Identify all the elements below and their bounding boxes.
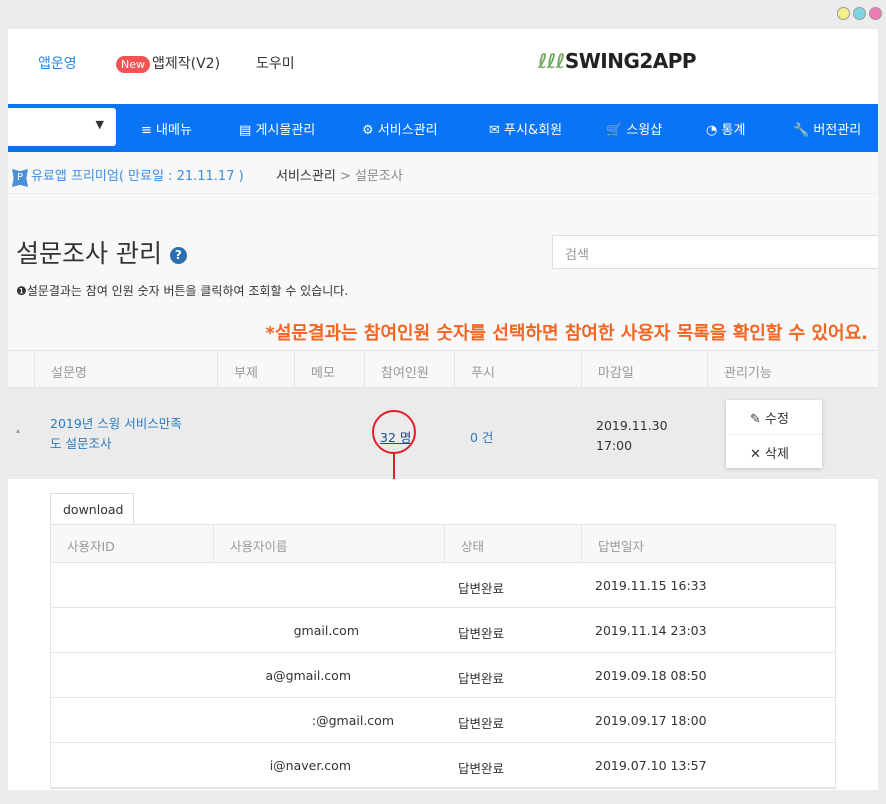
delete-button[interactable]: ✕ 삭제 [726,434,822,468]
breadcrumb: 서비스관리 > 설문조사 [276,169,403,184]
status: 답변완료 [458,581,505,596]
table-row: i@naver.com 답변완료 2019.07.10 13:57 [51,743,835,788]
top-header: 앱운영 New 앱제작(V2) 도우미 ℓℓℓSWING2APP [8,29,878,104]
col-push: 푸시 [454,351,581,387]
col-answer-date: 답변일자 [581,525,837,562]
window-controls [837,7,882,20]
help-link[interactable]: 도우미 [256,53,295,73]
nav-posts[interactable]: ▤ 게시물관리 [239,119,315,138]
breadcrumb-page: 설문조사 [354,169,403,184]
pie-chart-icon: ◔ [706,123,718,138]
nav-versions[interactable]: 🔧 버전관리 [793,119,861,138]
app-build-link[interactable]: New 앱제작(V2) [116,53,220,73]
status: 답변완료 [458,761,505,776]
status: 답변완료 [458,671,505,686]
answer-date: 2019.09.17 18:00 [595,713,707,728]
col-participants: 참여인원 [364,351,454,387]
minimize-dot[interactable] [837,7,850,20]
answer-date: 2019.11.14 23:03 [595,623,707,638]
nav-services[interactable]: ⚙ 서비스관리 [362,119,438,138]
search-input[interactable]: 검색 [552,235,878,269]
cart-icon: 🛒 [606,123,623,138]
nav-stats[interactable]: ◔ 통계 [706,119,745,138]
col-subtitle: 부제 [217,351,294,387]
results-header: 사용자ID 사용자이름 상태 답변일자 [51,525,835,563]
nav-my-menu[interactable]: ≡ 내메뉴 [141,119,192,138]
answer-date: 2019.11.15 16:33 [595,578,707,593]
app-select[interactable]: ▼ [8,108,116,146]
results-table: 사용자ID 사용자이름 상태 답변일자 답변완료 2019.11.15 16:33… [50,524,836,789]
info-text: ❶설문결과는 참여 인원 숫자 버튼을 클릭하여 조회할 수 있습니다. [16,284,349,298]
status: 답변완료 [458,626,505,641]
user-name: i@naver.com [269,758,351,773]
help-icon[interactable]: ? [169,246,187,264]
gear-icon: ⚙ [362,123,374,138]
user-name: gmail.com [293,623,359,638]
col-deadline: 마감일 [581,351,707,387]
premium-badge-icon: P [12,169,28,187]
app-operate-link[interactable]: 앱운영 [38,53,77,73]
push-count-link[interactable]: 0 건 [470,427,493,446]
menu-icon: ≡ [141,123,152,138]
close-dot[interactable] [869,7,882,20]
chevron-down-icon: ▼ [95,118,104,131]
col-memo: 메모 [294,351,364,387]
table-row: a@gmail.com 답변완료 2019.09.18 08:50 [51,653,835,698]
document-icon: ▤ [239,123,252,138]
results-panel: download 사용자ID 사용자이름 상태 답변일자 답변완료 2019.11… [8,479,878,790]
table-row: ▴ 2019년 스윙 서비스만족 도 설문조사 32 명 0 건 2019.11.… [8,388,878,514]
status: 답변완료 [458,716,505,731]
table-row: gmail.com 답변완료 2019.11.14 23:03 [51,608,835,653]
deadline: 2019.11.30 17:00 [596,418,668,453]
table-row: :@gmail.com 답변완료 2019.09.17 18:00 [51,698,835,743]
col-status: 상태 [444,525,581,562]
nav-push-members[interactable]: ✉ 푸시&회원 [489,119,562,138]
page-title: 설문조사 관리 ? [16,234,187,270]
table-row: 답변완료 2019.11.15 16:33 [51,563,835,608]
app-build-label: 앱제작(V2) [152,56,221,72]
answer-date: 2019.07.10 13:57 [595,758,707,773]
col-title: 설문명 [34,351,217,387]
new-badge: New [116,56,150,73]
breadcrumb-bar: P 유료앱 프리미엄( 만료일 : 21.11.17 ) 서비스관리 > 설문조사 [8,152,878,194]
user-name: a@gmail.com [265,668,351,683]
survey-table-header: 설문명 부제 메모 참여인원 푸시 마감일 관리기능 [8,350,878,388]
actions-menu: ✎ 수정 ✕ 삭제 [726,400,822,468]
app-window: 앱운영 New 앱제작(V2) 도우미 ℓℓℓSWING2APP ▼ ≡ 내메뉴 … [8,29,878,790]
annotation-note: *설문결과는 참여인원 숫자를 선택하면 참여한 사용자 목록을 확인할 수 있… [265,323,868,344]
col-actions: 관리기능 [707,351,878,387]
mail-icon: ✉ [489,123,500,138]
col-user-name: 사용자이름 [213,525,444,562]
breadcrumb-section[interactable]: 서비스관리 [276,169,336,184]
answer-date: 2019.09.18 08:50 [595,668,707,683]
highlight-circle [372,410,416,454]
edit-button[interactable]: ✎ 수정 [726,400,822,434]
nav-shop[interactable]: 🛒 스윙샵 [606,119,662,138]
wrench-icon: 🔧 [793,123,810,138]
col-user-id: 사용자ID [67,539,115,554]
maximize-dot[interactable] [853,7,866,20]
main-nav: ▼ ≡ 내메뉴 ▤ 게시물관리 ⚙ 서비스관리 ✉ 푸시&회원 🛒 스윙샵 ◔ … [8,104,878,152]
download-button[interactable]: download [50,493,134,524]
collapse-icon[interactable]: ▴ [16,426,20,435]
user-name: :@gmail.com [311,713,394,728]
logo[interactable]: ℓℓℓSWING2APP [538,49,697,73]
plan-info: P 유료앱 프리미엄( 만료일 : 21.11.17 ) [12,165,244,187]
survey-title-link[interactable]: 2019년 스윙 서비스만족 도 설문조사 [50,414,182,454]
